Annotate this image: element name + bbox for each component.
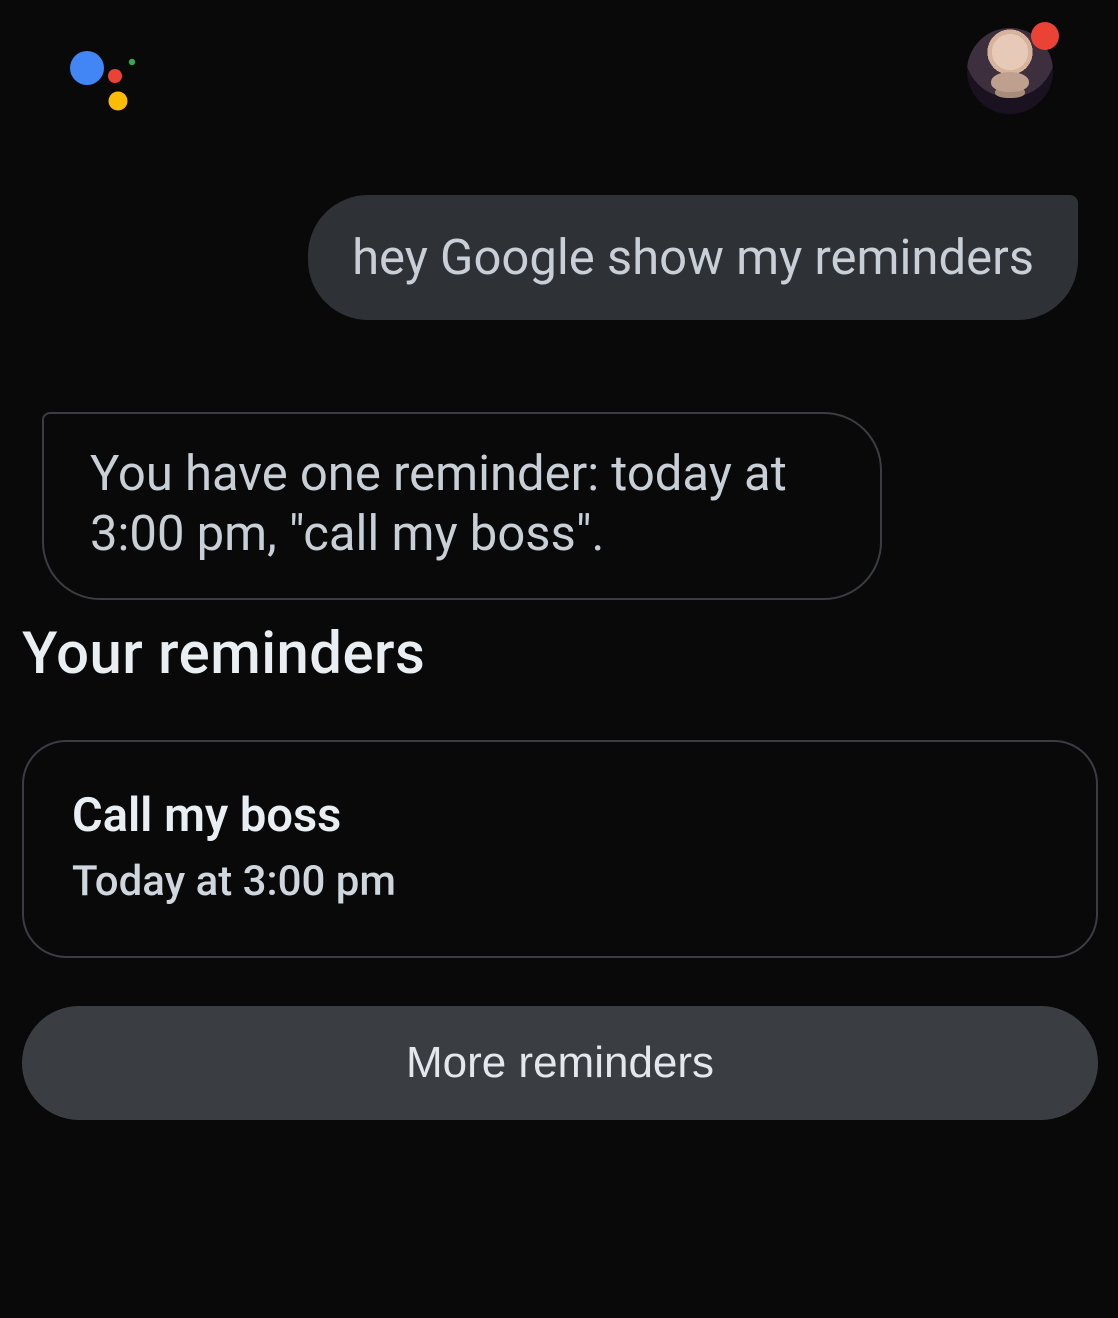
reminders-section-title: Your reminders — [22, 620, 425, 688]
user-message-bubble: hey Google show my reminders — [308, 195, 1078, 320]
reminder-card[interactable]: Call my boss Today at 3:00 pm — [22, 740, 1098, 958]
more-reminders-label: More reminders — [406, 1038, 714, 1088]
reminder-time: Today at 3:00 pm — [72, 857, 1048, 906]
header — [0, 0, 1118, 145]
more-reminders-button[interactable]: More reminders — [22, 1006, 1098, 1120]
google-assistant-icon — [65, 48, 145, 118]
user-message-text: hey Google show my reminders — [352, 229, 1034, 286]
assistant-message-text: You have one reminder: today at 3:00 pm,… — [90, 445, 787, 562]
assistant-message-bubble: You have one reminder: today at 3:00 pm,… — [42, 412, 882, 600]
notification-dot-icon — [1031, 22, 1059, 50]
profile-avatar-button[interactable] — [967, 28, 1053, 114]
reminder-title: Call my boss — [72, 788, 1048, 843]
